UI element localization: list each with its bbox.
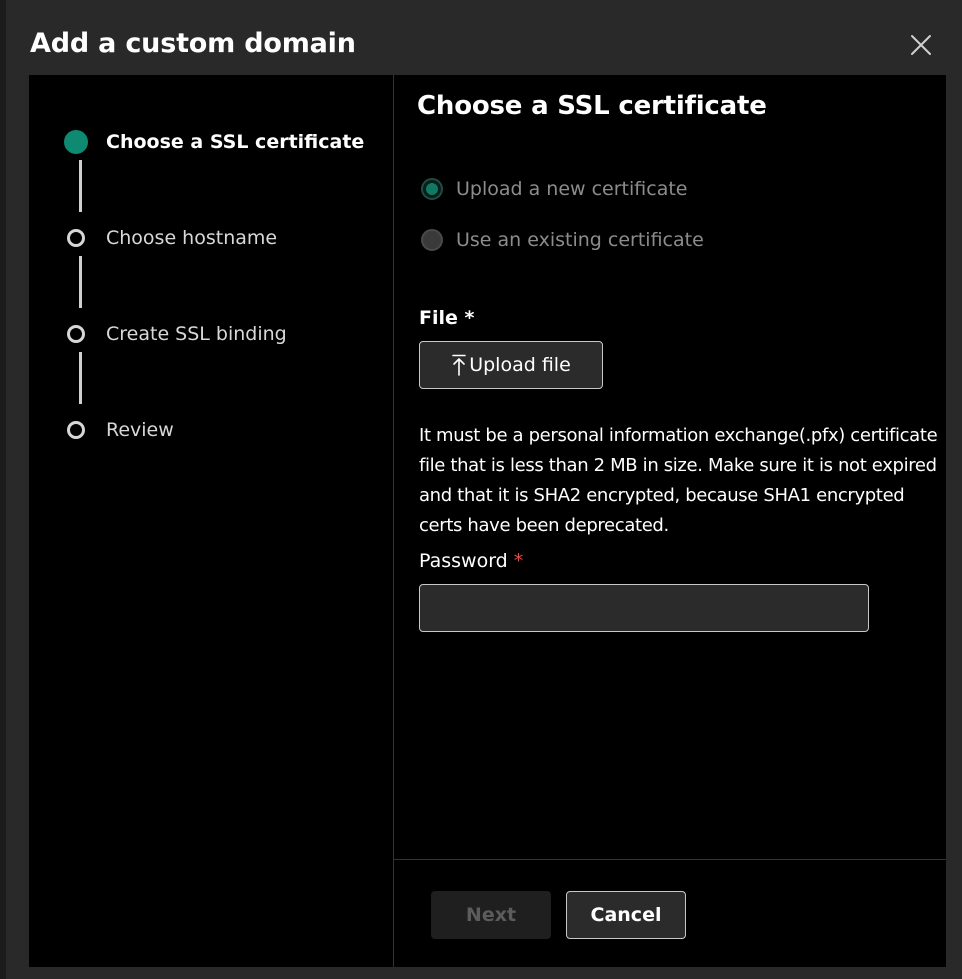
radio-use-existing-certificate[interactable]: Use an existing certificate (421, 227, 704, 253)
step-choose-ssl-certificate: Choose a SSL certificate (64, 129, 365, 155)
step-pending-indicator (67, 229, 85, 247)
section-title: Choose a SSL certificate (417, 91, 767, 121)
password-label-row: Password * (419, 550, 523, 572)
step-review: Review (67, 417, 174, 443)
next-button[interactable]: Next (431, 891, 551, 939)
step-pending-indicator (67, 325, 85, 343)
certificate-requirements-text: It must be a personal information exchan… (419, 425, 938, 536)
upload-file-label: Upload file (469, 354, 571, 376)
password-label: Password (419, 550, 508, 572)
step-connector (79, 256, 82, 308)
wizard-steps: Choose a SSL certificate Choose hostname… (29, 75, 394, 967)
step-label: Review (106, 419, 174, 441)
step-connector (79, 352, 82, 404)
required-asterisk: * (513, 550, 524, 572)
step-label: Choose hostname (106, 227, 278, 249)
step-active-indicator (64, 130, 88, 154)
radio-button[interactable] (421, 229, 443, 251)
password-input[interactable] (419, 584, 869, 632)
step-choose-hostname: Choose hostname (67, 225, 277, 251)
footer-divider (394, 859, 946, 860)
close-icon (911, 35, 931, 55)
radio-label: Use an existing certificate (456, 229, 704, 251)
radio-label: Upload a new certificate (456, 178, 688, 200)
wizard-content: Choose a SSL certificate Choose hostname… (29, 75, 946, 967)
step-pending-indicator (67, 421, 85, 439)
radio-button-checked[interactable] (421, 178, 443, 200)
step-form-panel: Choose a SSL certificate Upload a new ce… (394, 75, 946, 967)
upload-file-button[interactable]: Upload file (419, 341, 603, 389)
radio-upload-new-certificate[interactable]: Upload a new certificate (421, 176, 687, 202)
step-connector (79, 160, 82, 212)
cancel-button[interactable]: Cancel (566, 891, 686, 939)
upload-icon (452, 354, 467, 376)
add-custom-domain-dialog: Add a custom domain Choose a SSL certifi… (6, 0, 962, 979)
dialog-title: Add a custom domain (30, 28, 356, 59)
step-label: Choose a SSL certificate (106, 131, 365, 153)
close-button[interactable] (906, 30, 936, 60)
step-create-ssl-binding: Create SSL binding (67, 321, 287, 347)
step-label: Create SSL binding (106, 323, 287, 345)
file-label: File * (419, 307, 475, 329)
